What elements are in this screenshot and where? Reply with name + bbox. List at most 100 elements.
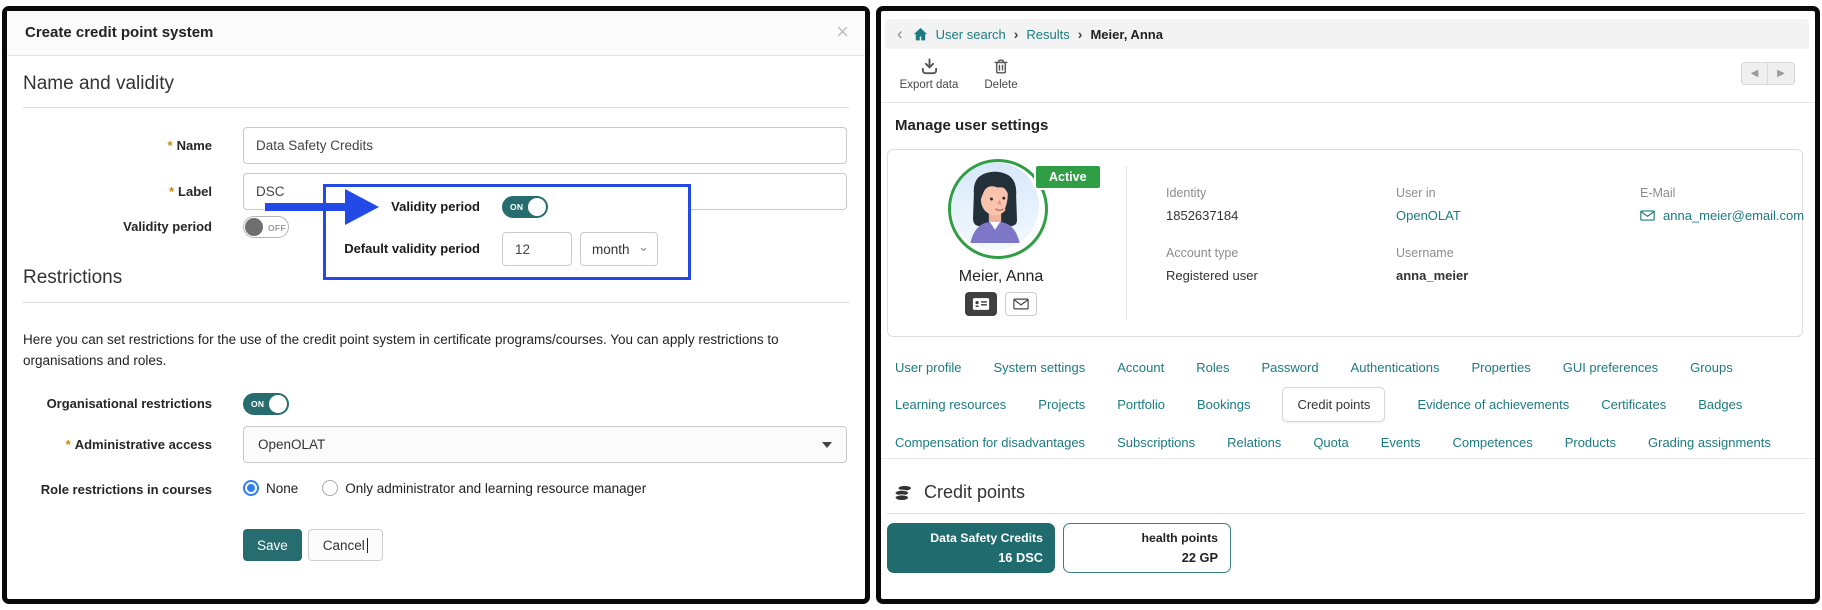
- tab-authentications[interactable]: Authentications: [1351, 360, 1440, 375]
- toggle-knob: [269, 395, 287, 413]
- tab-grading-assignments[interactable]: Grading assignments: [1648, 435, 1771, 450]
- section-heading-name-validity: Name and validity: [23, 73, 174, 95]
- divider: [887, 513, 1805, 514]
- required-marker: *: [168, 138, 173, 153]
- default-validity-unit-select[interactable]: month ⌄: [580, 232, 658, 266]
- modal-button-row: Save Cancel: [243, 529, 383, 561]
- tab-subscriptions[interactable]: Subscriptions: [1117, 435, 1195, 450]
- cancel-button[interactable]: Cancel: [308, 529, 383, 561]
- user-in-label: User in: [1396, 186, 1461, 200]
- tab-compensation-for-disadvantages[interactable]: Compensation for disadvantages: [895, 435, 1085, 450]
- email-label: E-Mail: [1640, 186, 1804, 200]
- name-field-label: *Name: [7, 127, 212, 164]
- next-arrow-icon: ▶: [1777, 68, 1785, 79]
- previous-user-button[interactable]: ◀: [1741, 62, 1768, 85]
- default-validity-value-input[interactable]: [502, 232, 572, 266]
- organisational-restrictions-label: Organisational restrictions: [7, 393, 212, 415]
- back-chevron-icon[interactable]: ‹: [897, 26, 903, 42]
- text-cursor: [367, 538, 368, 553]
- divider: [881, 102, 1815, 103]
- toggle-state-label: OFF: [268, 217, 286, 239]
- name-input[interactable]: [243, 127, 847, 164]
- tab-credit-points[interactable]: Credit points: [1282, 387, 1385, 422]
- account-type-detail: Account type Registered user: [1166, 246, 1258, 283]
- envelope-icon: [1640, 210, 1655, 221]
- radio-none-label: None: [266, 481, 298, 496]
- tab-relations[interactable]: Relations: [1227, 435, 1281, 450]
- tab-bookings[interactable]: Bookings: [1197, 397, 1250, 412]
- screenshot-stage: Create credit point system × Name and va…: [0, 0, 1822, 610]
- radio-option-none[interactable]: None: [243, 480, 298, 496]
- user-in-detail: User in OpenOLAT: [1396, 186, 1461, 223]
- vcard-icon: [972, 297, 990, 311]
- tab-password[interactable]: Password: [1261, 360, 1318, 375]
- close-icon[interactable]: ×: [836, 20, 849, 44]
- username-label: Username: [1396, 246, 1468, 260]
- tab-certificates[interactable]: Certificates: [1601, 397, 1666, 412]
- modal-title: Create credit point system: [25, 11, 213, 55]
- delete-button[interactable]: Delete: [973, 57, 1029, 91]
- username-detail: Username anna_meier: [1396, 246, 1468, 283]
- tab-roles[interactable]: Roles: [1196, 360, 1229, 375]
- organisational-restrictions-toggle[interactable]: ON: [243, 393, 289, 415]
- avatar-illustration: [951, 162, 1039, 250]
- username-value: anna_meier: [1396, 268, 1468, 283]
- validity-callout-box: Validity period ON Default validity peri…: [323, 184, 691, 280]
- tab-account[interactable]: Account: [1117, 360, 1164, 375]
- radio-checked-icon[interactable]: [243, 480, 259, 496]
- callout-validity-toggle[interactable]: ON: [502, 196, 548, 218]
- radio-option-admin-only[interactable]: Only administrator and learning resource…: [322, 480, 646, 496]
- save-button[interactable]: Save: [243, 529, 302, 561]
- page-title: Manage user settings: [895, 117, 1048, 134]
- credit-points-title: Credit points: [924, 482, 1025, 503]
- export-data-button[interactable]: Export data: [893, 57, 965, 91]
- next-user-button[interactable]: ▶: [1768, 62, 1795, 85]
- user-in-link[interactable]: OpenOLAT: [1396, 208, 1461, 223]
- tab-competences[interactable]: Competences: [1452, 435, 1532, 450]
- tab-portfolio[interactable]: Portfolio: [1117, 397, 1165, 412]
- breadcrumb-results[interactable]: Results: [1026, 27, 1069, 42]
- account-type-value: Registered user: [1166, 268, 1258, 283]
- business-card-button[interactable]: [965, 292, 997, 316]
- caret-down-icon: [822, 442, 832, 448]
- tab-projects[interactable]: Projects: [1038, 397, 1085, 412]
- identity-detail: Identity 1852637184: [1166, 186, 1238, 223]
- tab-badges[interactable]: Badges: [1698, 397, 1742, 412]
- tab-system-settings[interactable]: System settings: [993, 360, 1085, 375]
- email-link[interactable]: anna_meier@email.com: [1663, 208, 1804, 223]
- credit-card-amount: 22 GP: [1182, 550, 1218, 565]
- radio-unchecked-icon[interactable]: [322, 480, 338, 496]
- tab-gui-preferences[interactable]: GUI preferences: [1563, 360, 1658, 375]
- callout-validity-label: Validity period: [326, 196, 480, 218]
- tab-events[interactable]: Events: [1381, 435, 1421, 450]
- validity-period-toggle[interactable]: OFF: [243, 216, 289, 238]
- send-mail-button[interactable]: [1005, 292, 1037, 316]
- tab-learning-resources[interactable]: Learning resources: [895, 397, 1006, 412]
- delete-label: Delete: [984, 79, 1017, 91]
- toggle-knob: [245, 218, 263, 236]
- administrative-access-select[interactable]: OpenOLAT: [243, 426, 847, 463]
- section-divider: [23, 302, 849, 303]
- email-detail: E-Mail anna_meier@email.com: [1640, 186, 1804, 223]
- radio-admin-label: Only administrator and learning resource…: [345, 481, 646, 496]
- credit-card-data-safety-credits[interactable]: Data Safety Credits 16 DSC: [887, 523, 1055, 573]
- home-icon[interactable]: [913, 27, 928, 42]
- breadcrumb-separator-icon: ›: [1014, 26, 1019, 42]
- tab-properties[interactable]: Properties: [1471, 360, 1530, 375]
- chevron-down-icon: ⌄: [638, 242, 649, 252]
- tab-quota[interactable]: Quota: [1313, 435, 1348, 450]
- breadcrumb: ‹ User search › Results › Meier, Anna: [885, 19, 1809, 49]
- tab-products[interactable]: Products: [1565, 435, 1616, 450]
- breadcrumb-user-search[interactable]: User search: [936, 27, 1006, 42]
- tab-evidence-of-achievements[interactable]: Evidence of achievements: [1417, 397, 1569, 412]
- toggle-state-label: ON: [251, 393, 264, 415]
- breadcrumb-current: Meier, Anna: [1090, 27, 1162, 42]
- admin-select-value: OpenOLAT: [258, 437, 325, 452]
- divider: [881, 458, 1815, 459]
- credit-card-health-points[interactable]: health points 22 GP: [1063, 523, 1231, 573]
- administrative-access-label: *Administrative access: [7, 426, 212, 463]
- tab-groups[interactable]: Groups: [1690, 360, 1733, 375]
- restrictions-description: Here you can set restrictions for the us…: [23, 329, 801, 371]
- divider: [1126, 166, 1127, 320]
- tab-user-profile[interactable]: User profile: [895, 360, 961, 375]
